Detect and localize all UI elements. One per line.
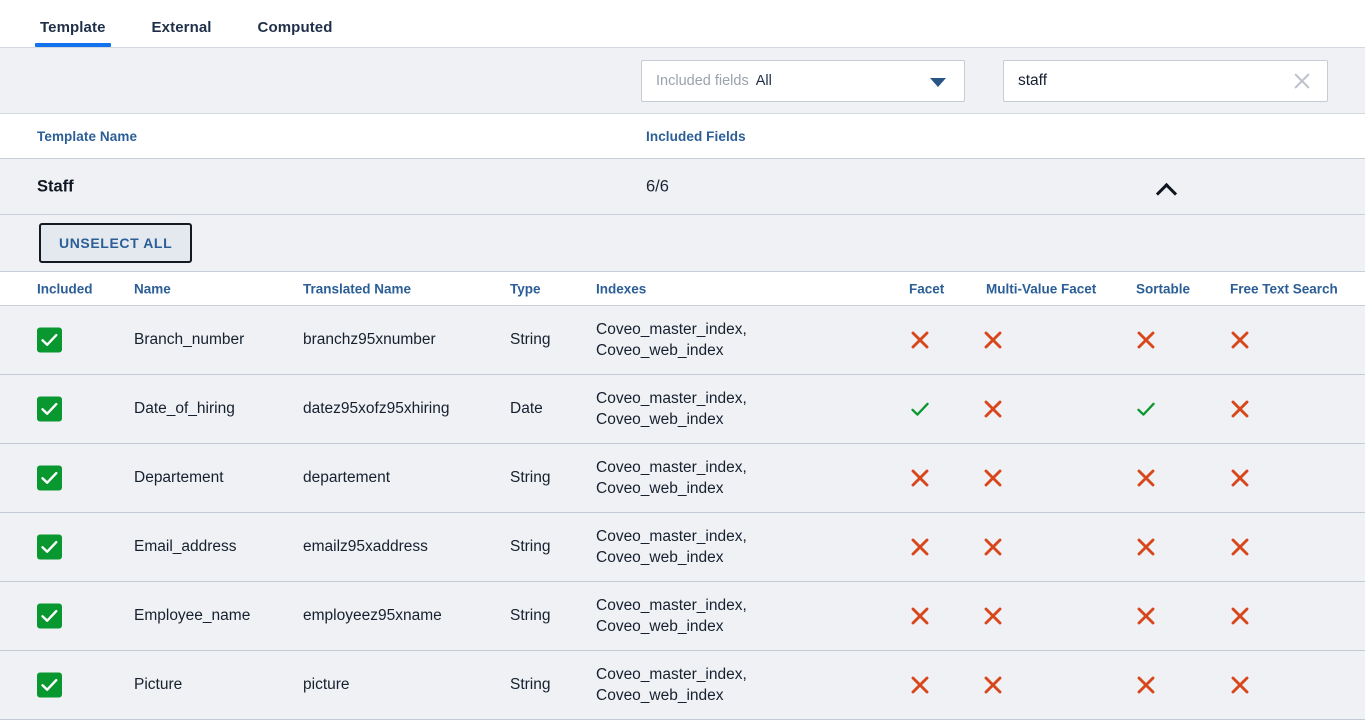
column-header-facet: Facet: [909, 281, 945, 296]
column-header-translated-name: Translated Name: [303, 281, 412, 296]
column-header-included: Included: [37, 281, 93, 296]
field-translated-name: departement: [303, 469, 391, 486]
table-row[interactable]: Email_address emailz95xaddress String Coveo…: [0, 513, 1365, 582]
field-type: String: [510, 607, 551, 624]
cross-icon: [909, 605, 931, 627]
field-translated-name: picture: [303, 676, 350, 693]
field-translated-name: branchz95xnumber: [303, 331, 436, 348]
tab-template[interactable]: Template: [35, 19, 111, 47]
cross-icon: [909, 674, 931, 696]
included-checkbox[interactable]: [37, 465, 62, 491]
column-header-free-text-search: Free Text Search: [1230, 281, 1338, 296]
field-type: String: [510, 676, 551, 693]
field-indexes: Coveo_master_index, Coveo_web_index: [596, 321, 747, 359]
cross-icon: [909, 329, 931, 351]
cross-icon: [1229, 467, 1251, 489]
field-type: Date: [510, 400, 543, 417]
field-type: String: [510, 538, 551, 555]
tab-template-label: Template: [40, 19, 106, 36]
cross-icon: [982, 467, 1004, 489]
fields-table-body: Branch_number branchz95xnumber String Coveo…: [0, 306, 1365, 720]
fields-table-header: Included Name Translated Name Type Index…: [0, 272, 1365, 306]
included-checkbox[interactable]: [37, 327, 62, 353]
check-icon: [909, 398, 931, 420]
tab-computed-label: Computed: [257, 19, 333, 36]
template-name: Staff: [37, 177, 74, 195]
column-header-type: Type: [510, 281, 541, 296]
field-name: Branch_number: [134, 331, 245, 348]
field-translated-name: emailz95xaddress: [303, 538, 428, 555]
included-fields-dropdown-label: Included fields: [656, 73, 749, 89]
template-row-staff[interactable]: Staff 6/6: [0, 159, 1365, 215]
tab-computed[interactable]: Computed: [254, 19, 337, 47]
field-name: Employee_name: [134, 607, 251, 624]
column-header-indexes: Indexes: [596, 281, 647, 296]
cross-icon: [1135, 536, 1157, 558]
field-type: String: [510, 331, 551, 348]
cross-icon: [1229, 329, 1251, 351]
field-indexes: Coveo_master_index, Coveo_web_index: [596, 597, 747, 635]
chevron-up-icon[interactable]: [1155, 182, 1179, 196]
table-row[interactable]: Picture picture String Coveo_master_index, …: [0, 651, 1365, 720]
cross-icon: [909, 536, 931, 558]
column-header-multi-value-facet: Multi-Value Facet: [986, 281, 1097, 296]
search-box[interactable]: [1003, 60, 1328, 102]
field-indexes: Coveo_master_index, Coveo_web_index: [596, 459, 747, 497]
unselect-all-button[interactable]: UNSELECT ALL: [39, 223, 193, 263]
cross-icon: [1135, 605, 1157, 627]
field-indexes: Coveo_master_index, Coveo_web_index: [596, 528, 747, 566]
column-header-sortable: Sortable: [1136, 281, 1191, 296]
tab-external-label: External: [151, 19, 212, 36]
field-name: Departement: [134, 469, 224, 486]
field-translated-name: employeez95xname: [303, 607, 442, 624]
template-included-fields-count: 6/6: [646, 177, 669, 195]
included-fields-dropdown[interactable]: Included fields All: [641, 60, 965, 102]
table-row[interactable]: Departement departement String Coveo_master…: [0, 444, 1365, 513]
close-icon[interactable]: [1291, 70, 1313, 92]
cross-icon: [1229, 536, 1251, 558]
bulk-actions-bar: UNSELECT ALL: [0, 215, 1365, 272]
table-row[interactable]: Date_of_hiring datez95xofz95xhiring Date Co…: [0, 375, 1365, 444]
cross-icon: [982, 674, 1004, 696]
field-name: Date_of_hiring: [134, 400, 235, 417]
field-templates-page: Template External Computed Included fiel…: [0, 0, 1365, 722]
field-name: Picture: [134, 676, 183, 693]
field-name: Email_address: [134, 538, 237, 555]
cross-icon: [982, 398, 1004, 420]
cross-icon: [1229, 398, 1251, 420]
field-type: String: [510, 469, 551, 486]
chevron-down-icon: [930, 78, 946, 87]
cross-icon: [982, 605, 1004, 627]
cross-icon: [1135, 329, 1157, 351]
tab-bar: Template External Computed: [0, 0, 1365, 48]
included-checkbox[interactable]: [37, 603, 62, 629]
included-checkbox[interactable]: [37, 534, 62, 560]
cross-icon: [1229, 605, 1251, 627]
column-header-included-fields: Included Fields: [646, 128, 746, 144]
cross-icon: [1135, 467, 1157, 489]
cross-icon: [909, 467, 931, 489]
cross-icon: [982, 329, 1004, 351]
filter-bar: Included fields All: [0, 48, 1365, 114]
field-indexes: Coveo_master_index, Coveo_web_index: [596, 666, 747, 704]
included-fields-dropdown-value: All: [755, 73, 772, 89]
table-row[interactable]: Employee_name employeez95xname String Coveo…: [0, 582, 1365, 651]
check-icon: [1135, 398, 1157, 420]
field-translated-name: datez95xofz95xhiring: [303, 400, 450, 417]
cross-icon: [1135, 674, 1157, 696]
search-input[interactable]: [1018, 72, 1291, 90]
tab-external[interactable]: External: [148, 19, 216, 47]
field-indexes: Coveo_master_index, Coveo_web_index: [596, 390, 747, 428]
included-checkbox[interactable]: [37, 396, 62, 422]
column-header-name: Name: [134, 281, 171, 296]
column-header-template-name: Template Name: [37, 128, 138, 144]
included-checkbox[interactable]: [37, 672, 62, 698]
templates-table-header: Template Name Included Fields: [0, 114, 1365, 159]
cross-icon: [982, 536, 1004, 558]
table-row[interactable]: Branch_number branchz95xnumber String Coveo…: [0, 306, 1365, 375]
cross-icon: [1229, 674, 1251, 696]
